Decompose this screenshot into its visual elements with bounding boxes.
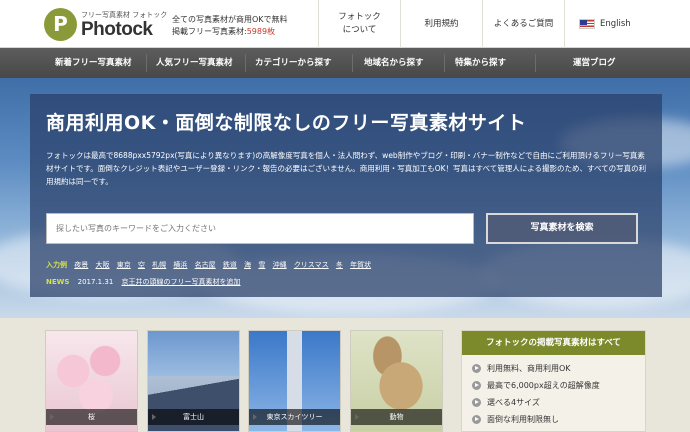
thumb-caption: 動物 [351, 409, 442, 425]
logo-name: Photock [81, 19, 153, 40]
tags-label: 入力例 [46, 261, 67, 269]
feature-label: 利用無料、商用利用OK [487, 364, 571, 373]
arrow-bullet-icon [472, 415, 481, 424]
catnav-new[interactable]: 新着フリー写真素材 [55, 48, 132, 78]
features-box: フォトックの掲載写真素材はすべて 利用無料、商用利用OK 最高で6,000px超… [461, 330, 646, 432]
tag-link[interactable]: 大阪 [95, 261, 109, 269]
us-flag-icon [579, 19, 595, 29]
thumb-sakura[interactable]: 桜 [45, 330, 138, 432]
catnav-feature[interactable]: 特集から探す [455, 48, 506, 78]
arrow-bullet-icon [472, 381, 481, 390]
logo-mark-icon: P [44, 8, 77, 41]
nav-faq-label: よくあるご質問 [493, 18, 554, 29]
nav-terms[interactable]: 利用規約 [400, 0, 482, 48]
tag-link[interactable]: 沖縄 [273, 261, 287, 269]
nav-about-line2: について [342, 25, 377, 35]
thumb-caption: 東京スカイツリー [249, 409, 340, 425]
site-header: P フリー写真素材 フォトック Photock 全ての写真素材が商用OKで無料 … [0, 0, 690, 48]
nav-english[interactable]: English [564, 0, 690, 48]
nav-about-line1: フォトック [338, 12, 381, 22]
hero-description: フォトックは最高で8688pxx5792px(写真により異なります)の高解像度写… [46, 151, 647, 186]
tag-link[interactable]: 海 [244, 261, 251, 269]
thumb-skytree[interactable]: 東京スカイツリー [248, 330, 341, 432]
tag-link[interactable]: 鉄道 [223, 261, 237, 269]
catnav-divider [352, 54, 353, 72]
arrow-bullet-icon [472, 364, 481, 373]
news-line: NEWS 2017.1.31 京王井の頭線のフリー写真素材を追加 [46, 277, 241, 287]
tag-link[interactable]: クリスマス [294, 261, 329, 269]
tag-link[interactable]: 空 [138, 261, 145, 269]
feature-item: 面倒な利用制限無し [472, 411, 645, 428]
thumb-caption: 桜 [46, 409, 137, 425]
feature-item: 利用無料、商用利用OK [472, 360, 645, 377]
tag-link[interactable]: 横浜 [173, 261, 187, 269]
tag-link[interactable]: 名古屋 [195, 261, 216, 269]
tagline-line2: 掲載フリー写真素材:5989枚 [172, 26, 288, 38]
news-label: NEWS [46, 278, 70, 286]
feature-label: 選べる4サイズ [487, 398, 540, 407]
catnav-region[interactable]: 地域名から探す [364, 48, 424, 78]
hero-section: 商用利用OK・面倒な制限なしのフリー写真素材サイト フォトックは最高で8688p… [0, 78, 690, 318]
catnav-divider [444, 54, 445, 72]
search-button[interactable]: 写真素材を検索 [486, 213, 638, 244]
tagline-line1: 全ての写真素材が商用OKで無料 [172, 15, 288, 24]
nav-about[interactable]: フォトック について [318, 0, 400, 48]
site-logo[interactable]: P フリー写真素材 フォトック Photock [44, 8, 167, 42]
catnav-divider [146, 54, 147, 72]
feature-item: 最高で6,000px超えの超解像度 [472, 377, 645, 394]
nav-faq[interactable]: よくあるご質問 [482, 0, 564, 48]
catnav-divider [535, 54, 536, 72]
news-link[interactable]: 京王井の頭線のフリー写真素材を追加 [122, 278, 241, 286]
feature-label: 最高で6,000px超えの超解像度 [487, 381, 600, 390]
search-input[interactable] [46, 213, 474, 244]
photo-count: 5989枚 [246, 27, 276, 36]
tag-link[interactable]: 雪 [258, 261, 265, 269]
example-tags: 入力例 夜景 大阪 東京 空 札幌 横浜 名古屋 鉄道 海 雪 沖縄 クリスマス… [46, 260, 376, 270]
catnav-popular[interactable]: 人気フリー写真素材 [156, 48, 233, 78]
tag-link[interactable]: 札幌 [152, 261, 166, 269]
category-nav: 新着フリー写真素材 人気フリー写真素材 カテゴリーから探す 地域名から探す 特集… [0, 48, 690, 78]
tagline-count-label: 掲載フリー写真素材: [172, 27, 247, 36]
feature-label: 面倒な利用制限無し [487, 415, 559, 424]
site-tagline: 全ての写真素材が商用OKで無料 掲載フリー写真素材:5989枚 [172, 14, 288, 38]
nav-terms-label: 利用規約 [424, 18, 459, 29]
catnav-divider [245, 54, 246, 72]
tag-link[interactable]: 夜景 [74, 261, 88, 269]
thumb-fuji[interactable]: 富士山 [147, 330, 240, 432]
catnav-blog[interactable]: 運営ブログ [573, 48, 616, 78]
hero-title: 商用利用OK・面倒な制限なしのフリー写真素材サイト [46, 112, 527, 134]
feature-item: 選べる4サイズ [472, 394, 645, 411]
thumb-caption: 富士山 [148, 409, 239, 425]
news-date: 2017.1.31 [77, 278, 114, 286]
tag-link[interactable]: 東京 [117, 261, 131, 269]
nav-english-label: English [600, 18, 631, 29]
hero-panel: 商用利用OK・面倒な制限なしのフリー写真素材サイト フォトックは最高で8688p… [30, 94, 662, 297]
arrow-bullet-icon [472, 398, 481, 407]
tag-link[interactable]: 年賀状 [350, 261, 371, 269]
features-title: フォトックの掲載写真素材はすべて [462, 331, 645, 355]
thumb-animal[interactable]: 動物 [350, 330, 443, 432]
catnav-category[interactable]: カテゴリーから探す [255, 48, 332, 78]
tag-link[interactable]: 冬 [336, 261, 343, 269]
